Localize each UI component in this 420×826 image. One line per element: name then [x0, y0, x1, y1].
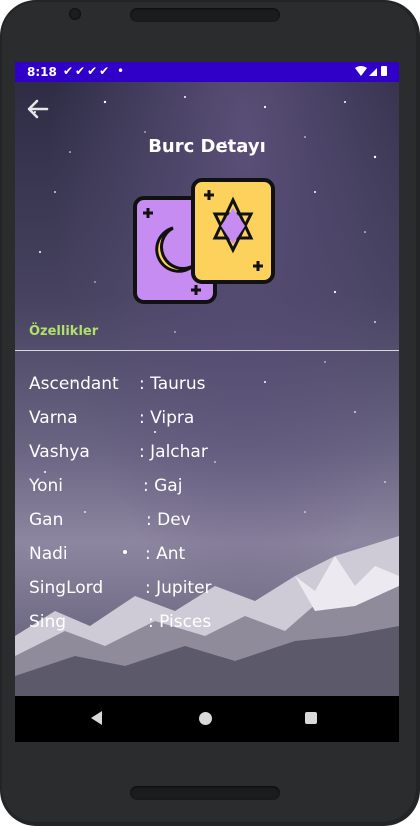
notification-icons: ✔✔✔✔ •	[63, 64, 127, 78]
section-title: Özellikler	[29, 324, 99, 339]
attribute-value: : Ant	[145, 544, 186, 564]
attribute-key: Vashya	[29, 442, 90, 462]
screen: 8:18 ✔✔✔✔ • Burc Detayı Özellikler Ascen…	[15, 62, 399, 742]
attribute-key: Varna	[29, 408, 78, 428]
back-button[interactable]	[23, 94, 53, 124]
top-speaker	[130, 8, 280, 22]
status-bar: 8:18 ✔✔✔✔ •	[15, 62, 399, 82]
status-time: 8:18	[27, 65, 57, 79]
phone-frame: 8:18 ✔✔✔✔ • Burc Detayı Özellikler Ascen…	[0, 0, 420, 826]
attribute-value: : Dev	[146, 510, 191, 530]
nav-home-icon[interactable]	[199, 712, 212, 725]
front-camera	[69, 8, 81, 20]
navigation-bar	[15, 696, 399, 742]
attribute-key: Sing	[29, 612, 67, 632]
attribute-value: : Taurus	[139, 374, 206, 394]
attribute-key: Ascendant	[29, 374, 119, 394]
app-content: Burc Detayı Özellikler Ascendant : Tauru…	[15, 82, 399, 696]
wifi-signal-battery-icon	[355, 66, 387, 76]
back-arrow-icon	[27, 99, 49, 119]
attribute-value: : Vipra	[139, 408, 195, 428]
attribute-key: Yoni	[29, 476, 64, 496]
divider	[15, 350, 399, 351]
nav-back-icon[interactable]	[91, 711, 102, 725]
mountain-background	[15, 536, 399, 696]
page-title: Burc Detayı	[148, 136, 266, 157]
attribute-value: : Jupiter	[145, 578, 212, 598]
attribute-value: : Gaj	[143, 476, 183, 496]
attribute-value: : Jalchar	[139, 442, 208, 462]
attribute-key: Gan	[29, 510, 64, 530]
nav-recent-icon[interactable]	[305, 712, 317, 724]
attribute-value: : Pisces	[148, 612, 212, 632]
system-icons	[355, 65, 389, 80]
bottom-speaker	[130, 786, 280, 800]
tarot-cards-icon	[133, 178, 275, 304]
attribute-key: SingLord	[29, 578, 104, 598]
attribute-key: Nadi	[29, 544, 68, 564]
